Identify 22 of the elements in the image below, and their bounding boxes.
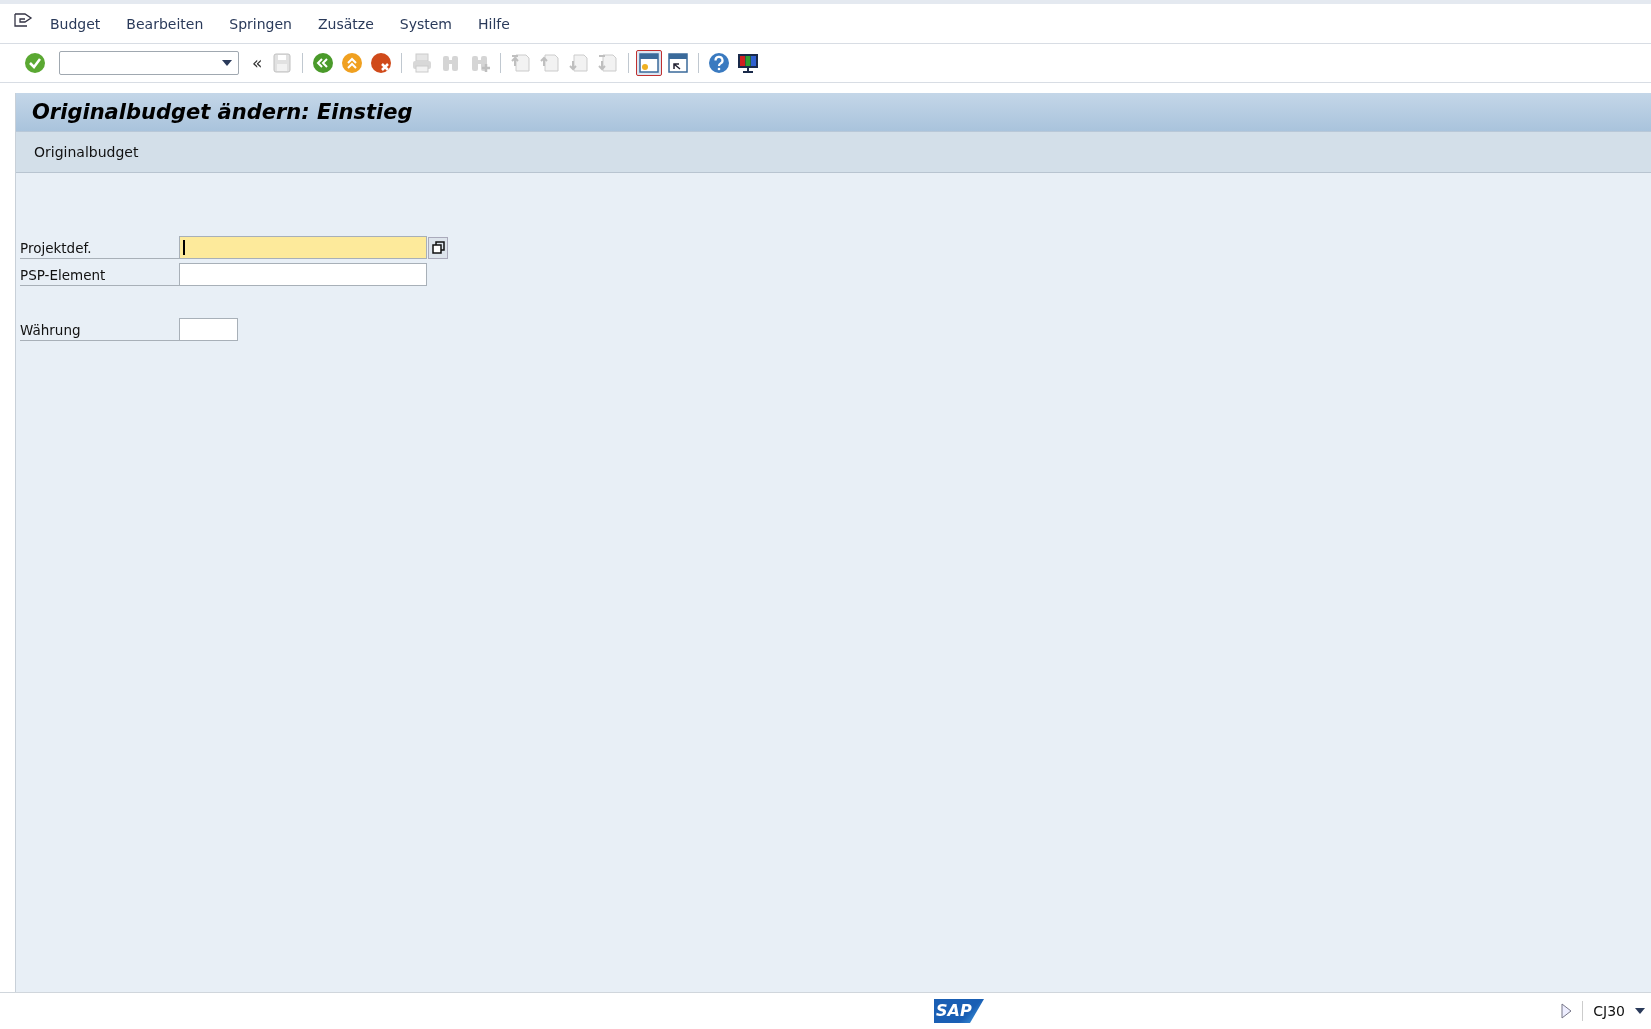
menu-icon[interactable] xyxy=(14,11,34,28)
dropdown-icon[interactable] xyxy=(1635,1008,1645,1014)
new-window-icon[interactable] xyxy=(636,50,663,76)
collapse-button[interactable]: « xyxy=(248,53,267,73)
input-field[interactable] xyxy=(179,236,427,259)
menu-item[interactable]: Springen xyxy=(229,15,292,32)
transaction-code: CJ30 xyxy=(1593,1003,1625,1019)
value-help-icon[interactable] xyxy=(428,236,448,259)
command-field[interactable] xyxy=(59,51,239,75)
check-circle-icon[interactable] xyxy=(22,50,48,76)
screen-title: Originalbudget ändern: Einstieg xyxy=(32,100,413,124)
play-icon[interactable] xyxy=(1560,1003,1573,1019)
menu-item[interactable]: Bearbeiten xyxy=(126,15,204,32)
menu-item[interactable]: Zusätze xyxy=(317,15,374,32)
input-field[interactable] xyxy=(179,263,427,286)
menu-item[interactable]: Hilfe xyxy=(477,15,510,32)
menu-item[interactable]: System xyxy=(399,15,452,32)
sap-logo: SAP xyxy=(934,999,984,1023)
input-field[interactable] xyxy=(179,318,238,341)
originalbudget-button[interactable]: Originalbudget xyxy=(30,140,143,164)
menu-item[interactable]: Budget xyxy=(50,15,101,32)
dropdown-icon[interactable] xyxy=(222,60,232,66)
